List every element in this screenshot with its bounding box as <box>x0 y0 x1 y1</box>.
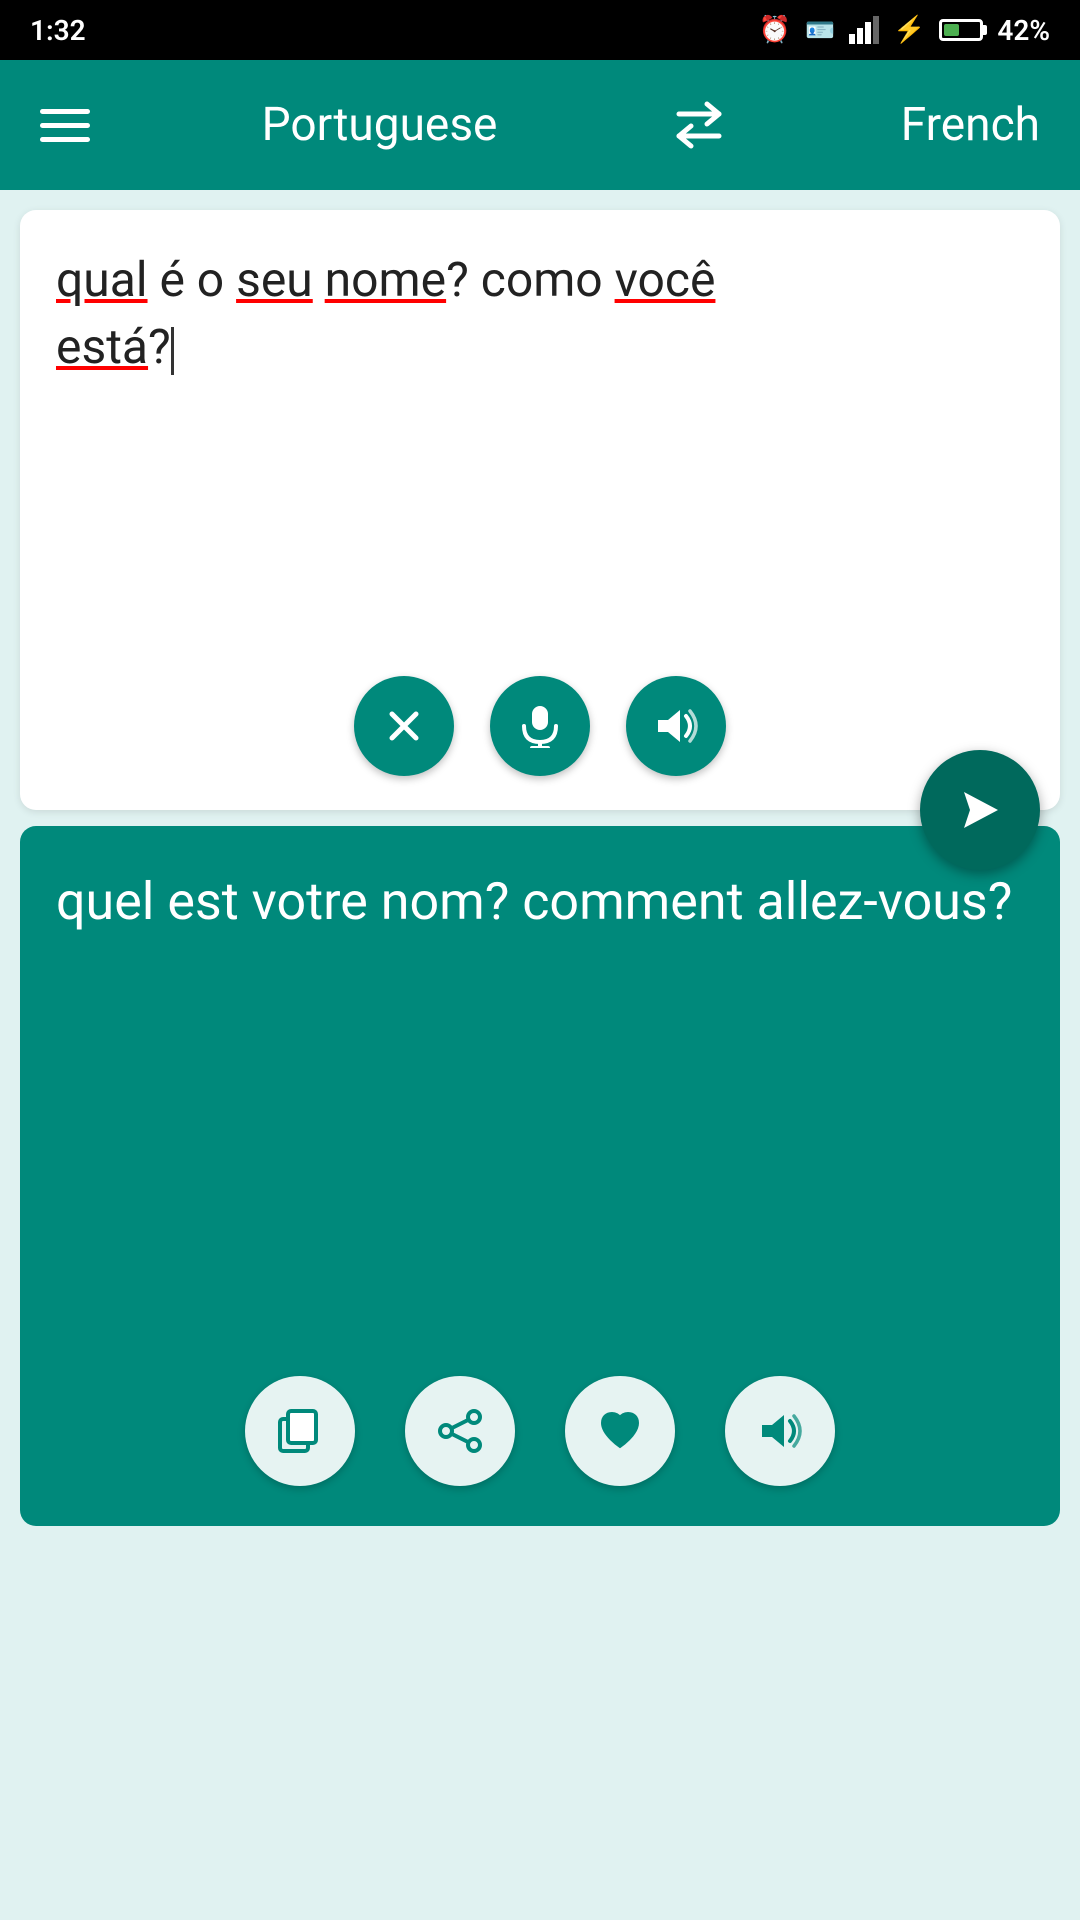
target-panel: quel est votre nom? comment allez-vous? <box>20 826 1060 1526</box>
word-voce: você <box>615 251 716 308</box>
text-cursor <box>171 327 174 375</box>
target-language-label[interactable]: French <box>901 98 1040 152</box>
swap-languages-button[interactable] <box>669 100 729 150</box>
speak-translation-button[interactable] <box>725 1376 835 1486</box>
target-controls <box>56 1376 1024 1502</box>
source-language-label[interactable]: Portuguese <box>262 98 498 152</box>
source-controls <box>56 676 1024 786</box>
source-input[interactable]: qual é o seu nome? como vocêestá? <box>56 246 1024 656</box>
favorite-button[interactable] <box>565 1376 675 1486</box>
status-icons: ⏰ 🪪 ⚡ 42% <box>759 14 1050 47</box>
battery-percent: 42% <box>997 14 1050 47</box>
word-esta: está <box>56 318 148 375</box>
clear-button[interactable] <box>354 676 454 776</box>
menu-button[interactable] <box>40 109 90 142</box>
status-bar: 1:32 ⏰ 🪪 ⚡ 42% <box>0 0 1080 60</box>
word-qual: qual <box>56 251 148 308</box>
status-time: 1:32 <box>30 14 86 47</box>
alarm-icon: ⏰ <box>759 15 791 45</box>
charge-icon: ⚡ <box>893 15 925 45</box>
sim-icon: 🪪 <box>805 16 835 44</box>
speak-source-button[interactable] <box>626 676 726 776</box>
battery-icon <box>939 19 983 41</box>
share-button[interactable] <box>405 1376 515 1486</box>
microphone-button[interactable] <box>490 676 590 776</box>
copy-button[interactable] <box>245 1376 355 1486</box>
word-nome: nome <box>325 251 446 308</box>
source-panel: qual é o seu nome? como vocêestá? <box>20 210 1060 810</box>
word-seu: seu <box>236 251 313 308</box>
translated-text: quel est votre nom? comment allez-vous? <box>56 866 1024 1356</box>
signal-icon <box>849 16 879 44</box>
translate-button[interactable] <box>920 750 1040 870</box>
app-header: Portuguese French <box>0 60 1080 190</box>
main-content: qual é o seu nome? como vocêestá? <box>0 190 1080 1920</box>
